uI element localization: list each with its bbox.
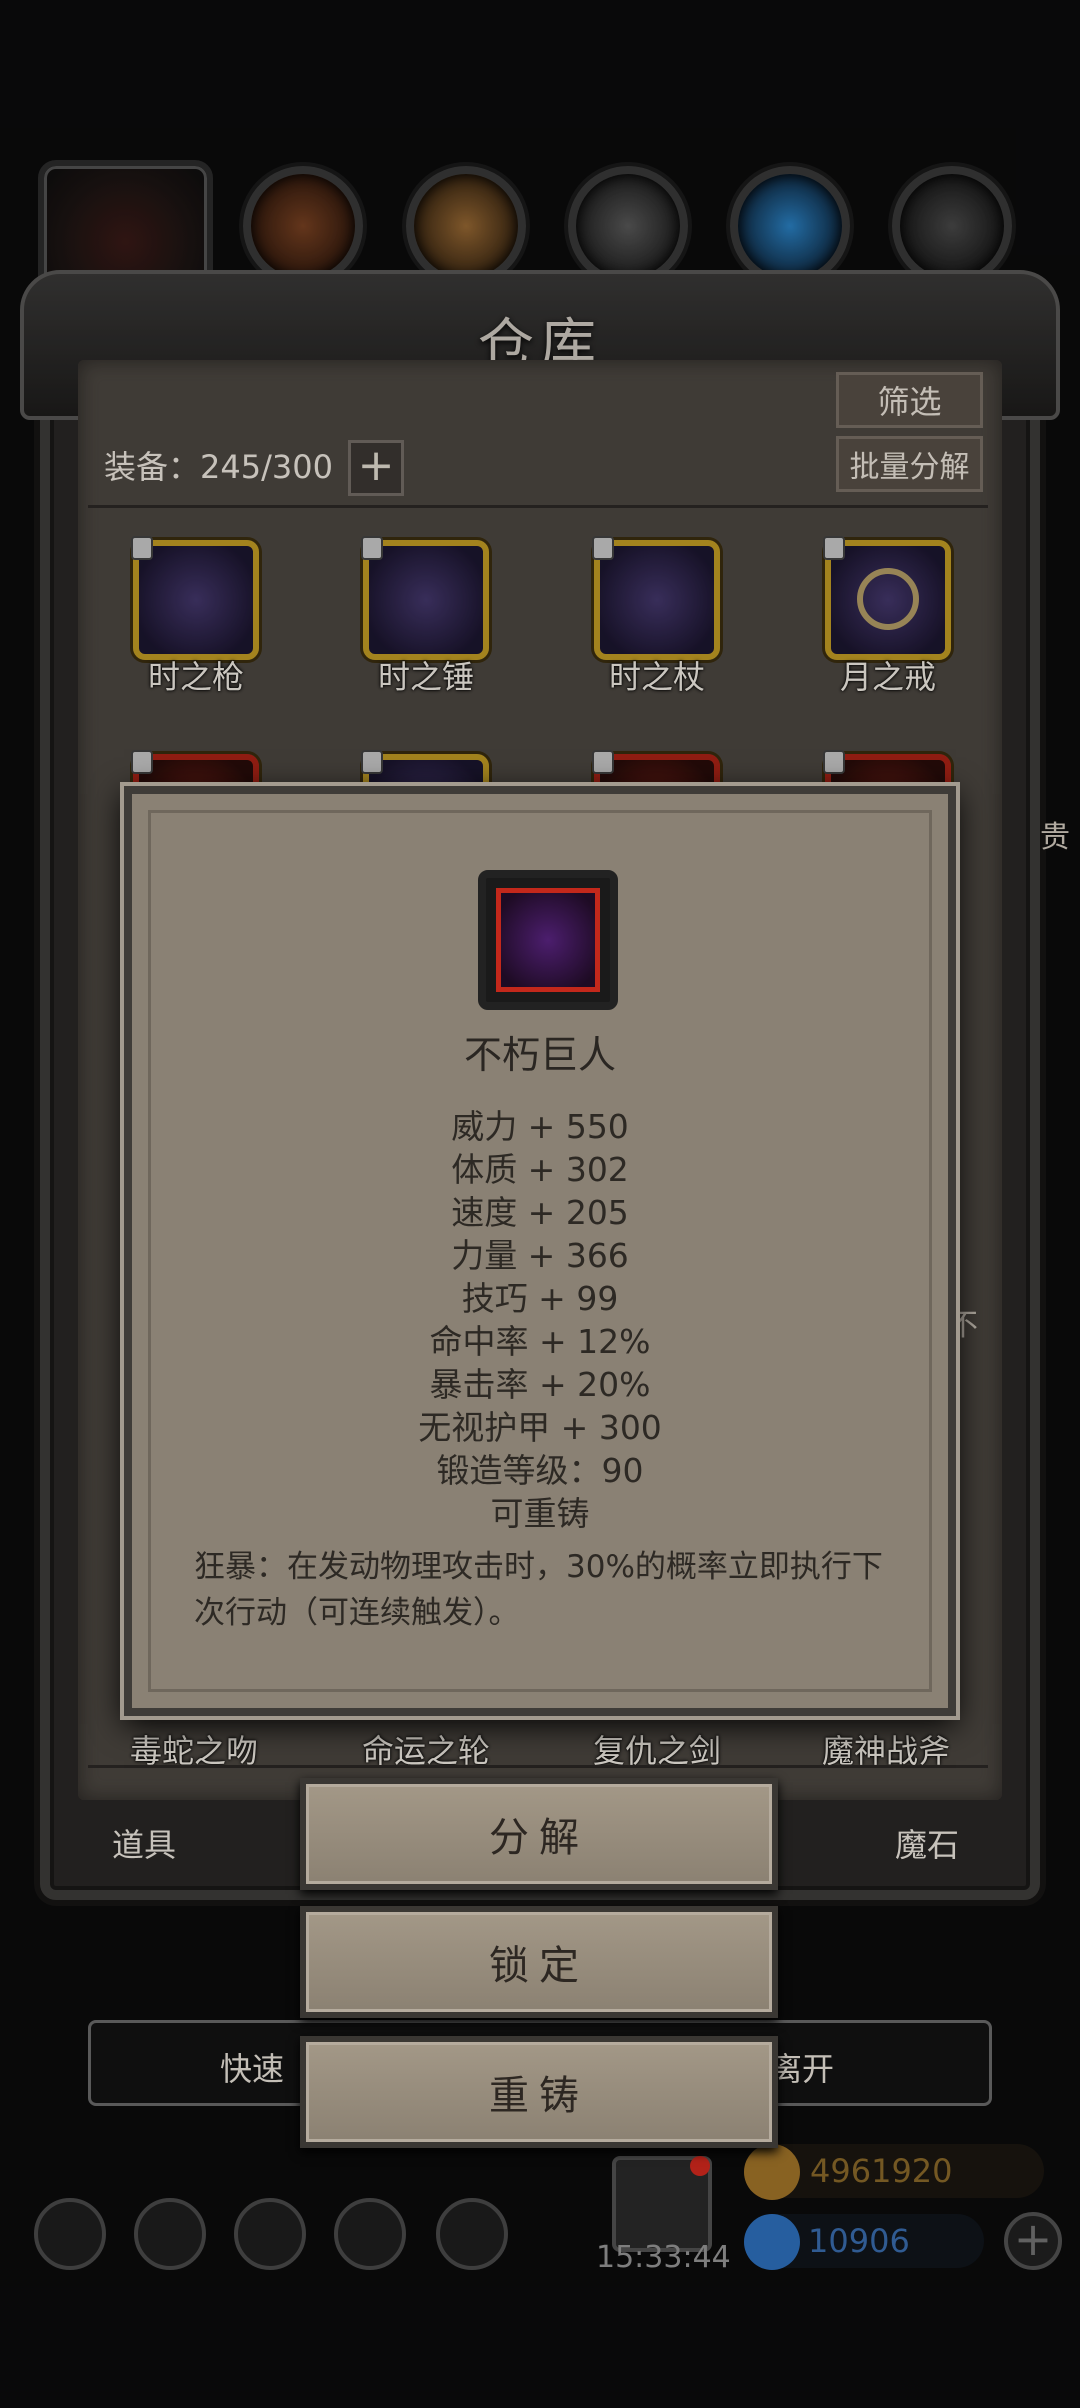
item-description: 狂暴：在发动物理攻击时，30%的概率立即执行下次行动（可连续触发）。	[194, 1549, 883, 1631]
reforge-button[interactable]: 重铸	[300, 2036, 778, 2148]
item-stat: 暴击率 + 20%	[429, 1365, 651, 1404]
item-stat: 体质 + 302	[451, 1150, 629, 1189]
item-stat: 可重铸	[490, 1494, 590, 1533]
item-stat: 无视护甲 + 300	[418, 1408, 662, 1447]
lock-button[interactable]: 锁定	[300, 1906, 778, 2018]
item-icon	[478, 870, 618, 1010]
item-title: 不朽巨人	[463, 1033, 616, 1077]
item-stat: 技巧 + 99	[461, 1279, 619, 1318]
item-detail-popup: 不朽巨人 威力 + 550 体质 + 302 速度 + 205 力量 + 366…	[124, 786, 956, 1716]
item-stat: 锻造等级：90	[436, 1451, 644, 1490]
item-stat: 命中率 + 12%	[429, 1322, 651, 1361]
decompose-button[interactable]: 分解	[300, 1778, 778, 1890]
item-stat: 威力 + 550	[451, 1107, 629, 1146]
item-stat: 速度 + 205	[451, 1193, 629, 1232]
axe-icon	[496, 888, 600, 992]
item-stat: 力量 + 366	[451, 1236, 629, 1275]
